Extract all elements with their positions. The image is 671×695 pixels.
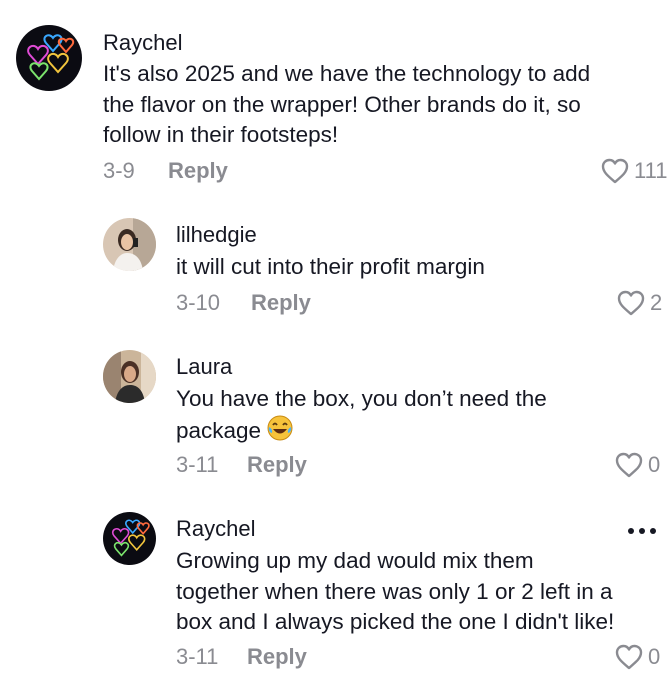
rainbow-hearts-icon bbox=[16, 25, 82, 91]
heart-icon bbox=[615, 452, 643, 478]
comment-text: it will cut into their profit margin bbox=[176, 254, 485, 279]
dot bbox=[639, 528, 645, 534]
rainbow-hearts-icon bbox=[103, 512, 156, 565]
reply-button[interactable]: Reply bbox=[247, 451, 307, 479]
reply-button[interactable]: Reply bbox=[247, 643, 307, 671]
like-button[interactable]: 2 bbox=[616, 289, 662, 317]
comment-username[interactable]: lilhedgie bbox=[176, 221, 257, 249]
comment-text: You have the box, you don’t need the pac… bbox=[176, 384, 547, 446]
comment-date: 3-11 bbox=[176, 452, 219, 477]
reply-button[interactable]: Reply bbox=[251, 289, 311, 317]
comment-text: Growing up my dad would mix them togethe… bbox=[176, 548, 615, 634]
like-count: 0 bbox=[648, 644, 661, 669]
dot bbox=[628, 528, 634, 534]
heart-icon bbox=[617, 290, 645, 316]
avatar[interactable] bbox=[103, 350, 156, 403]
like-button[interactable]: 0 bbox=[614, 643, 660, 671]
like-count: 111 bbox=[634, 158, 668, 183]
avatar[interactable] bbox=[103, 512, 156, 565]
comment-date: 3-11 bbox=[176, 644, 219, 669]
dot bbox=[650, 528, 656, 534]
like-button[interactable]: 0 bbox=[614, 451, 660, 479]
comment-text-content: You have the box, you don’t need the pac… bbox=[176, 386, 547, 443]
like-button[interactable]: 111 bbox=[600, 157, 667, 185]
like-count: 0 bbox=[648, 452, 661, 477]
comment-text: It's also 2025 and we have the technolog… bbox=[103, 61, 591, 147]
comment-date: 3-10 bbox=[176, 290, 221, 315]
photo-avatar-icon bbox=[103, 218, 156, 271]
comment-username[interactable]: Laura bbox=[176, 353, 232, 381]
comment-username[interactable]: Raychel bbox=[103, 29, 182, 57]
face-with-tears-of-joy-icon bbox=[267, 415, 293, 440]
avatar[interactable] bbox=[16, 25, 82, 91]
heart-icon bbox=[615, 644, 643, 670]
comment-date: 3-9 bbox=[103, 158, 135, 183]
reply-button[interactable]: Reply bbox=[168, 157, 228, 185]
like-count: 2 bbox=[650, 290, 663, 315]
more-options-icon[interactable] bbox=[628, 528, 656, 534]
comment-username[interactable]: Raychel bbox=[176, 515, 255, 543]
photo-avatar-icon bbox=[103, 350, 156, 403]
avatar[interactable] bbox=[103, 218, 156, 271]
heart-icon bbox=[601, 158, 629, 184]
